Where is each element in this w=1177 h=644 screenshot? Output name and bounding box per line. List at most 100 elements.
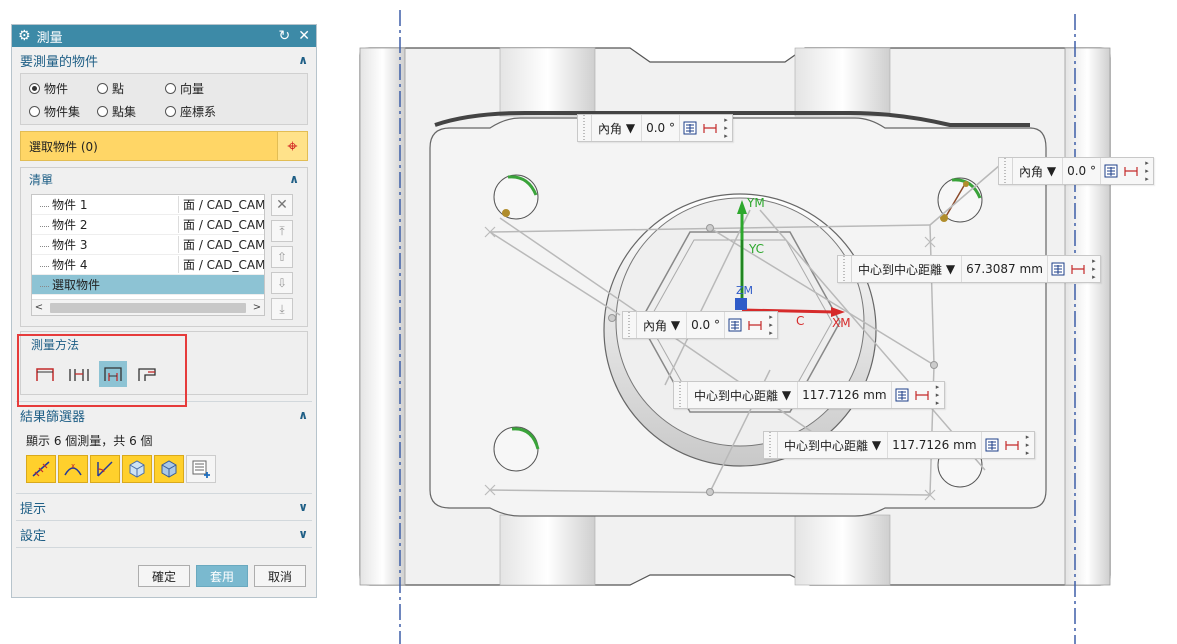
- chevron-up-icon[interactable]: ∧: [298, 53, 308, 67]
- radio-dot-icon: [97, 106, 108, 117]
- dimension-icon[interactable]: [1002, 432, 1022, 458]
- calculator-icon[interactable]: [1101, 158, 1121, 184]
- more-options-icon[interactable]: ▸ ▸ ▸: [932, 383, 944, 407]
- move-bottom-icon[interactable]: ⤓: [271, 298, 293, 320]
- section-hint-title: 提示: [20, 501, 47, 517]
- measure-value: 0.0 °: [642, 115, 680, 141]
- dimension-icon[interactable]: [912, 382, 932, 408]
- drag-handle[interactable]: [623, 312, 637, 338]
- drag-handle[interactable]: [764, 432, 778, 458]
- section-list-title: 清單: [29, 172, 54, 187]
- list-item-name: 物件 1: [32, 196, 178, 213]
- list-item[interactable]: 物件 4面 / CAD_CAM: [32, 255, 264, 275]
- list-item-name: 物件 3: [32, 236, 178, 253]
- filter-angle-icon[interactable]: [90, 455, 120, 483]
- section-settings-title: 設定: [20, 528, 47, 544]
- drag-handle[interactable]: [999, 158, 1013, 184]
- graphics-viewport[interactable]: YM YC ZM C XM 內角 ▼ 0.0 ° ▸ ▸ ▸ 內角 ▼ 0.0 ° …: [330, 0, 1177, 644]
- dialog-title: 測量: [36, 30, 63, 46]
- section-settings-header[interactable]: 設定 ∨: [12, 521, 316, 547]
- calculator-icon[interactable]: [725, 312, 745, 338]
- measure-type-dropdown[interactable]: 內角 ▼: [592, 115, 643, 141]
- reset-icon[interactable]: ↻: [279, 28, 291, 44]
- filter-volume-icon[interactable]: [154, 455, 184, 483]
- ok-button[interactable]: 確定: [138, 565, 190, 587]
- move-up-icon[interactable]: ⇧: [271, 246, 293, 268]
- measure-value-text: 117.7126: [802, 388, 860, 402]
- more-options-icon[interactable]: ▸ ▸ ▸: [765, 313, 777, 337]
- chevron-down-icon[interactable]: ∨: [298, 527, 308, 541]
- more-options-icon[interactable]: ▸ ▸ ▸: [1022, 433, 1034, 457]
- filter-distance-icon[interactable]: [26, 455, 56, 483]
- measure-type-label: 內角: [1019, 164, 1044, 179]
- remove-icon[interactable]: ✕: [271, 194, 293, 216]
- apply-button[interactable]: 套用: [196, 565, 248, 587]
- measure-value: 0.0 °: [1063, 158, 1101, 184]
- measure-type-dropdown[interactable]: 中心到中心距離 ▼: [688, 382, 799, 408]
- calculator-icon[interactable]: [680, 115, 700, 141]
- measure-tag[interactable]: 中心到中心距離 ▼ 67.3087 mm ▸ ▸ ▸: [837, 255, 1101, 283]
- list-item-selected[interactable]: 選取物件: [32, 275, 264, 295]
- svg-text:x: x: [71, 462, 75, 470]
- measure-type-dropdown[interactable]: 中心到中心距離 ▼: [778, 432, 889, 458]
- move-top-icon[interactable]: ⤒: [271, 220, 293, 242]
- measure-type-dropdown[interactable]: 中心到中心距離 ▼: [852, 256, 963, 282]
- measure-tag[interactable]: 內角 ▼ 0.0 ° ▸ ▸ ▸: [577, 114, 733, 142]
- radio-csys[interactable]: 座標系: [165, 103, 255, 120]
- measure-value-text: 67.3087: [966, 262, 1016, 276]
- calculator-icon[interactable]: [892, 382, 912, 408]
- calculator-icon[interactable]: [1048, 256, 1068, 282]
- list-item[interactable]: 物件 3面 / CAD_CAM: [32, 235, 264, 255]
- scroll-right-icon[interactable]: >: [250, 302, 264, 313]
- horizontal-scrollbar[interactable]: < >: [32, 299, 264, 315]
- scroll-thumb[interactable]: [50, 302, 246, 313]
- crosshair-icon[interactable]: ⌖: [277, 132, 307, 160]
- list-item[interactable]: 物件 2面 / CAD_CAM: [32, 215, 264, 235]
- drag-handle[interactable]: [838, 256, 852, 282]
- chevron-down-icon[interactable]: ∨: [298, 500, 308, 514]
- filter-add-icon[interactable]: [186, 455, 216, 483]
- close-icon[interactable]: ✕: [298, 28, 310, 44]
- section-list-header[interactable]: 清單 ∧: [21, 168, 307, 190]
- measure-tag[interactable]: 中心到中心距離 ▼ 117.7126 mm ▸ ▸ ▸: [763, 431, 1035, 459]
- filter-curve-icon[interactable]: x: [58, 455, 88, 483]
- more-options-icon[interactable]: ▸ ▸ ▸: [1088, 257, 1100, 281]
- radio-object-set[interactable]: 物件集: [29, 103, 97, 120]
- more-options-icon[interactable]: ▸ ▸ ▸: [1141, 159, 1153, 183]
- more-options-icon[interactable]: ▸ ▸ ▸: [720, 116, 732, 140]
- measure-type-dropdown[interactable]: 內角 ▼: [1013, 158, 1064, 184]
- calculator-icon[interactable]: [982, 432, 1002, 458]
- list-item[interactable]: 物件 1面 / CAD_CAM: [32, 195, 264, 215]
- chevron-up-icon[interactable]: ∧: [298, 408, 308, 422]
- drag-handle[interactable]: [674, 382, 688, 408]
- list-item-type: 面 / CAD_CAM: [178, 256, 264, 273]
- dimension-icon[interactable]: [1121, 158, 1141, 184]
- section-objects-title: 要測量的物件: [20, 54, 99, 70]
- radio-point[interactable]: 點: [97, 80, 165, 97]
- radio-label: 點集: [112, 105, 137, 119]
- filter-area-icon[interactable]: [122, 455, 152, 483]
- section-hint-header[interactable]: 提示 ∨: [12, 494, 316, 520]
- measure-type-label: 中心到中心距離: [694, 388, 779, 403]
- drag-handle[interactable]: [578, 115, 592, 141]
- measure-tag[interactable]: 中心到中心距離 ▼ 117.7126 mm ▸ ▸ ▸: [673, 381, 945, 409]
- dimension-icon[interactable]: [700, 115, 720, 141]
- move-down-icon[interactable]: ⇩: [271, 272, 293, 294]
- section-objects-header[interactable]: 要測量的物件 ∧: [12, 47, 316, 73]
- dimension-icon[interactable]: [1068, 256, 1088, 282]
- cancel-button[interactable]: 取消: [254, 565, 306, 587]
- select-object-row[interactable]: 選取物件 (0) ⌖: [20, 131, 308, 161]
- measure-type-dropdown[interactable]: 內角 ▼: [637, 312, 688, 338]
- measure-tag[interactable]: 內角 ▼ 0.0 ° ▸ ▸ ▸: [998, 157, 1154, 185]
- radio-point-set[interactable]: 點集: [97, 103, 165, 120]
- scroll-left-icon[interactable]: <: [32, 302, 46, 313]
- measure-unit: °: [668, 121, 675, 135]
- object-list[interactable]: 物件 1面 / CAD_CAM 物件 2面 / CAD_CAM 物件 3面 / …: [31, 194, 265, 316]
- dimension-icon[interactable]: [745, 312, 765, 338]
- measure-unit: mm: [953, 438, 977, 452]
- measure-tag[interactable]: 內角 ▼ 0.0 ° ▸ ▸ ▸: [622, 311, 778, 339]
- radio-dot-icon: [29, 106, 40, 117]
- radio-vector[interactable]: 向量: [165, 80, 255, 97]
- radio-object[interactable]: 物件: [29, 80, 97, 97]
- chevron-up-icon[interactable]: ∧: [289, 172, 299, 186]
